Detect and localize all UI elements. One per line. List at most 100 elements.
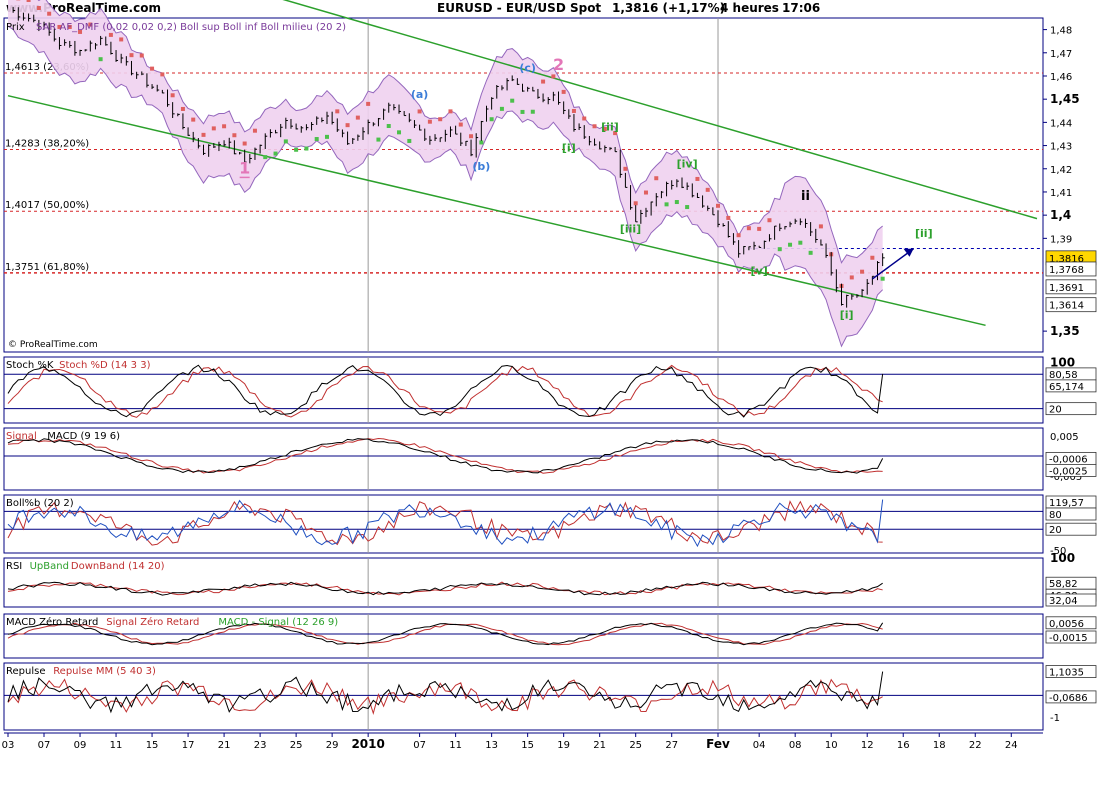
sar-dot xyxy=(47,11,52,16)
x-tick-label: 04 xyxy=(753,740,766,751)
panel-label: Boll%b (20 2) xyxy=(6,498,74,509)
sar-dot xyxy=(376,137,381,142)
sar-dot xyxy=(777,247,782,252)
price-y-tick-label: 1,42 xyxy=(1050,165,1072,176)
sar-dot xyxy=(345,123,350,128)
x-tick-label: 22 xyxy=(969,740,982,751)
sar-dot xyxy=(530,109,535,114)
x-tick-label: 12 xyxy=(861,740,874,751)
price-panel-label: Prix xyxy=(6,22,25,33)
sar-dot xyxy=(541,79,546,84)
panel-value-label: 0,0056 xyxy=(1049,619,1084,630)
panel-value-label: 32,04 xyxy=(1049,596,1078,607)
sar-dot xyxy=(788,242,793,247)
x-tick-label: Fev xyxy=(706,737,730,751)
sar-dot xyxy=(119,37,124,42)
price-box-label: 1,3614 xyxy=(1049,301,1084,312)
sar-dot xyxy=(469,134,474,139)
sar-dot xyxy=(355,115,360,120)
x-tick-label: 08 xyxy=(789,740,802,751)
price-box-label: 1,3768 xyxy=(1049,265,1084,276)
sar-dot xyxy=(283,139,288,144)
panel-value-label: 58,82 xyxy=(1049,579,1078,590)
wave-label: (c) xyxy=(519,61,536,74)
panel-label: Signal xyxy=(6,431,37,442)
price-panel-indicators: SAR AF_DMF (0,02 0,02 0,2) Boll sup Boll… xyxy=(36,22,346,33)
panel-label: MACD (9 19 6) xyxy=(47,431,120,442)
panel-label: Stoch %K xyxy=(6,360,54,371)
sar-dot xyxy=(222,124,227,129)
panel-value-label: 80,58 xyxy=(1049,370,1078,381)
sar-dot xyxy=(674,200,679,205)
price-y-tick-label: 1,4 xyxy=(1050,208,1071,222)
sar-dot xyxy=(571,108,576,113)
chart-root: www.ProRealTime.com EURUSD - EUR/USD Spo… xyxy=(0,0,1100,800)
price-y-tick-label: 1,48 xyxy=(1050,26,1072,37)
price-y-tick-label: 1,47 xyxy=(1050,49,1072,60)
sar-dot xyxy=(26,0,31,2)
sar-dot xyxy=(818,224,823,229)
panel-value-label: -0,0006 xyxy=(1049,454,1088,465)
fib-level-label: 1,4017 (50,00%) xyxy=(5,200,89,211)
sar-dot xyxy=(499,106,504,111)
sar-dot xyxy=(798,240,803,245)
wave-label: 1 xyxy=(239,158,250,177)
sar-dot xyxy=(767,218,772,223)
panel-rsi: RSI UpBand DownBand (14 20)10058,8246,28… xyxy=(3,551,1097,608)
wave-label: [ii] xyxy=(915,227,933,240)
x-tick-label: 10 xyxy=(825,740,838,751)
panel-value-label: 20 xyxy=(1049,405,1062,416)
price-y-tick-label: 1,45 xyxy=(1050,92,1080,106)
wave-label: [i] xyxy=(562,141,576,154)
panel-value-label: 65,174 xyxy=(1049,382,1084,393)
sar-dot xyxy=(849,275,854,280)
sar-dot xyxy=(870,255,875,260)
x-tick-label: 25 xyxy=(629,740,642,751)
panel-label: Stoch %D (14 3 3) xyxy=(59,360,150,371)
sar-dot xyxy=(489,117,494,122)
sar-dot xyxy=(561,89,566,94)
x-tick-label: 09 xyxy=(74,740,87,751)
sar-dot xyxy=(294,147,299,152)
price-panel: 1,4613 (23,60%)1,4283 (38,20%)1,4017 (50… xyxy=(3,0,1097,353)
sar-dot xyxy=(520,109,525,114)
sar-dot xyxy=(160,72,165,77)
x-tick-label: 11 xyxy=(110,740,123,751)
panel-macdzr: MACD Zéro Retard Signal Zéro Retard MACD… xyxy=(3,613,1097,659)
sar-dot xyxy=(366,101,371,106)
x-tick-label: 13 xyxy=(485,740,498,751)
x-tick-label: 21 xyxy=(218,740,231,751)
panel-y-tick-label: 100 xyxy=(1050,551,1075,565)
x-tick-label: 15 xyxy=(146,740,159,751)
sar-dot xyxy=(685,205,690,210)
x-tick-label: 15 xyxy=(521,740,534,751)
sar-dot xyxy=(211,126,216,131)
x-tick-label: 18 xyxy=(933,740,946,751)
sar-dot xyxy=(448,109,453,114)
panel-label: DownBand (14 20) xyxy=(71,561,165,572)
wave-label: [ii] xyxy=(601,120,619,133)
x-tick-label: 16 xyxy=(897,740,910,751)
panel-value-label: 119,57 xyxy=(1049,498,1084,509)
panel-value-label: 80 xyxy=(1049,510,1062,521)
sar-dot xyxy=(242,141,247,146)
sar-dot xyxy=(860,269,865,274)
sar-dot xyxy=(417,109,422,114)
price-y-tick-label: 1,41 xyxy=(1050,188,1072,199)
panel-label: Signal Zéro Retard xyxy=(106,616,199,628)
panel-y-tick-label: -1 xyxy=(1050,713,1060,724)
sar-dot xyxy=(36,5,41,10)
panel-macd: Signal MACD (9 19 6) 0,005-0,005-0,0006-0… xyxy=(3,427,1097,491)
x-tick-label: 03 xyxy=(2,740,15,751)
sar-dot xyxy=(716,203,721,208)
sar-dot xyxy=(664,202,669,207)
panel-frame xyxy=(3,427,1044,491)
panel-label: Repulse xyxy=(6,666,45,677)
sar-dot xyxy=(150,66,155,71)
sar-dot xyxy=(695,176,700,181)
sar-dot xyxy=(252,128,257,133)
panel-label: RSI xyxy=(6,561,22,572)
sar-dot xyxy=(643,190,648,195)
sar-dot xyxy=(263,155,268,160)
panel-label: UpBand xyxy=(30,561,69,572)
